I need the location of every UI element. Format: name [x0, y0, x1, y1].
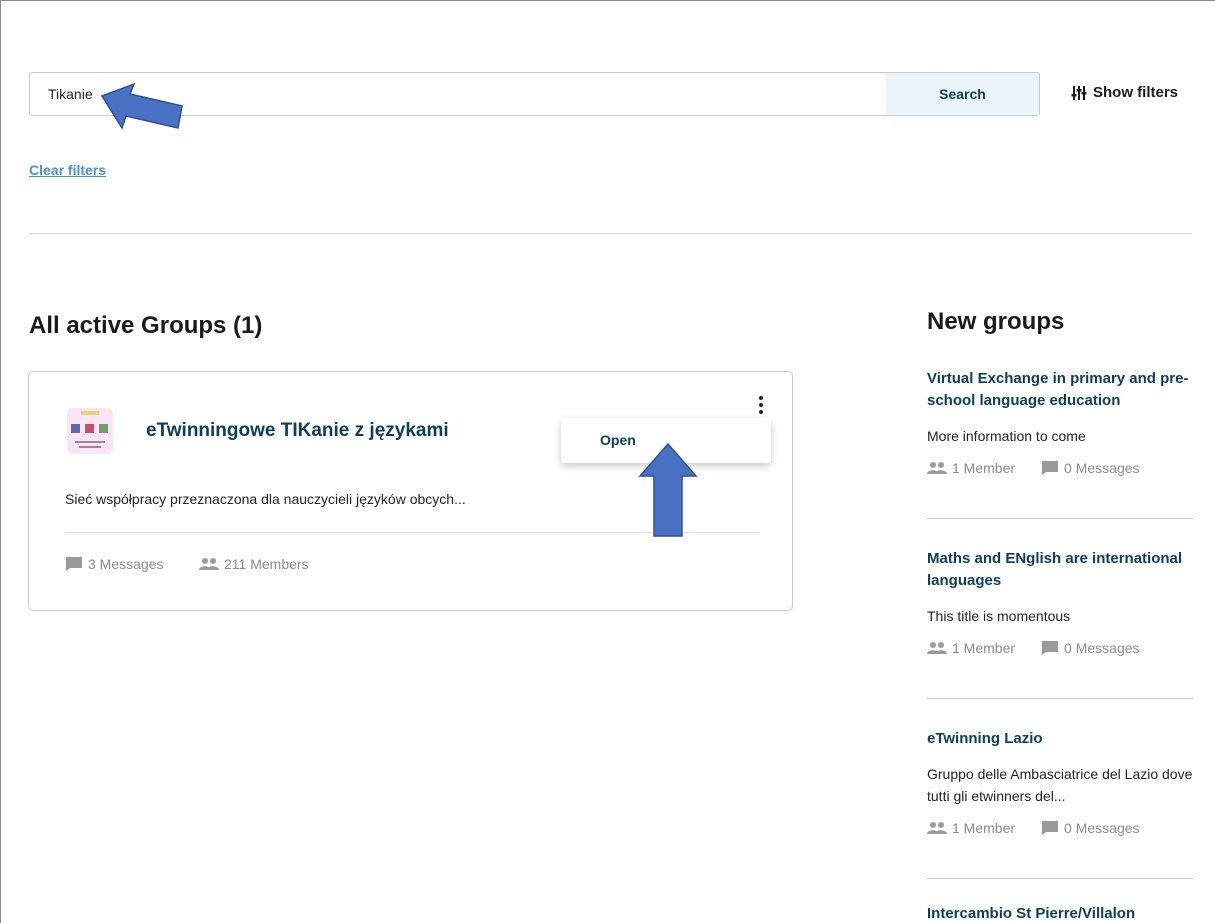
group-messages-count: 3 Messages [65, 556, 163, 572]
messages-label: 0 Messages [1064, 640, 1140, 656]
group-thumbnail[interactable] [67, 408, 113, 454]
messages-label: 3 Messages [88, 556, 164, 572]
sidebar-divider [927, 518, 1193, 519]
people-icon [927, 642, 947, 654]
new-group-description: Gruppo delle Ambasciatrice del Lazio dov… [927, 766, 1193, 804]
arrow-annotation-left [100, 82, 183, 130]
new-group-title-link[interactable]: eTwinning Lazio [927, 728, 1193, 750]
chat-bubble-icon [1042, 461, 1059, 475]
arrow-annotation-up [638, 442, 698, 537]
more-vertical-icon[interactable] [752, 394, 770, 416]
members-label: 1 Member [952, 640, 1016, 656]
people-icon [199, 558, 219, 570]
chat-bubble-icon [66, 557, 82, 571]
messages-label: 0 Messages [1064, 820, 1140, 836]
group-description: Sieć współpracy przeznaczona dla nauczyc… [65, 491, 466, 507]
show-filters-button[interactable]: Show filters [1071, 84, 1178, 101]
new-group-item: Intercambio St Pierre/Villalon [927, 903, 1193, 923]
sidebar-divider [927, 878, 1193, 879]
clear-filters-link[interactable]: Clear filters [29, 162, 106, 178]
members-label: 1 Member [952, 460, 1016, 476]
new-group-members: 1 Member [927, 640, 1015, 656]
new-group-description: This title is momentous [927, 608, 1071, 624]
sidebar-title: New groups [927, 308, 1065, 335]
new-group-messages: 0 Messages [1041, 460, 1140, 476]
results-title: All active Groups (1) [29, 312, 263, 339]
new-group-messages: 0 Messages [1041, 820, 1140, 836]
new-group-members: 1 Member [927, 460, 1015, 476]
sidebar-divider [927, 698, 1193, 699]
new-group-title-link[interactable]: Virtual Exchange in primary and pre-scho… [927, 368, 1193, 412]
members-label: 211 Members [224, 556, 309, 572]
new-group-title-link[interactable]: Maths and ENglish are international lang… [927, 548, 1193, 592]
section-divider [29, 233, 1192, 234]
people-icon [927, 462, 947, 474]
new-group-description: More information to come [927, 428, 1086, 444]
chat-bubble-icon [1042, 821, 1059, 835]
search-button[interactable]: Search [886, 73, 1039, 115]
chat-bubble-icon [1042, 641, 1059, 655]
menu-item-open[interactable]: Open [600, 432, 636, 448]
show-filters-label: Show filters [1093, 84, 1179, 101]
new-group-item: Virtual Exchange in primary and pre-scho… [927, 368, 1193, 476]
new-group-item: Maths and ENglish are international lang… [927, 548, 1193, 656]
members-label: 1 Member [952, 820, 1016, 836]
sliders-icon [1071, 85, 1087, 100]
messages-label: 0 Messages [1064, 460, 1140, 476]
group-title-link[interactable]: eTwinningowe TIKanie z językami [146, 420, 449, 442]
new-group-title-link[interactable]: Intercambio St Pierre/Villalon [927, 903, 1193, 923]
people-icon [927, 822, 947, 834]
group-members-count: 211 Members [199, 556, 309, 572]
group-logo-icon [67, 408, 113, 454]
new-group-members: 1 Member [927, 820, 1015, 836]
new-group-item: eTwinning Lazio Gruppo delle Ambasciatri… [927, 728, 1193, 836]
new-group-messages: 0 Messages [1041, 640, 1140, 656]
